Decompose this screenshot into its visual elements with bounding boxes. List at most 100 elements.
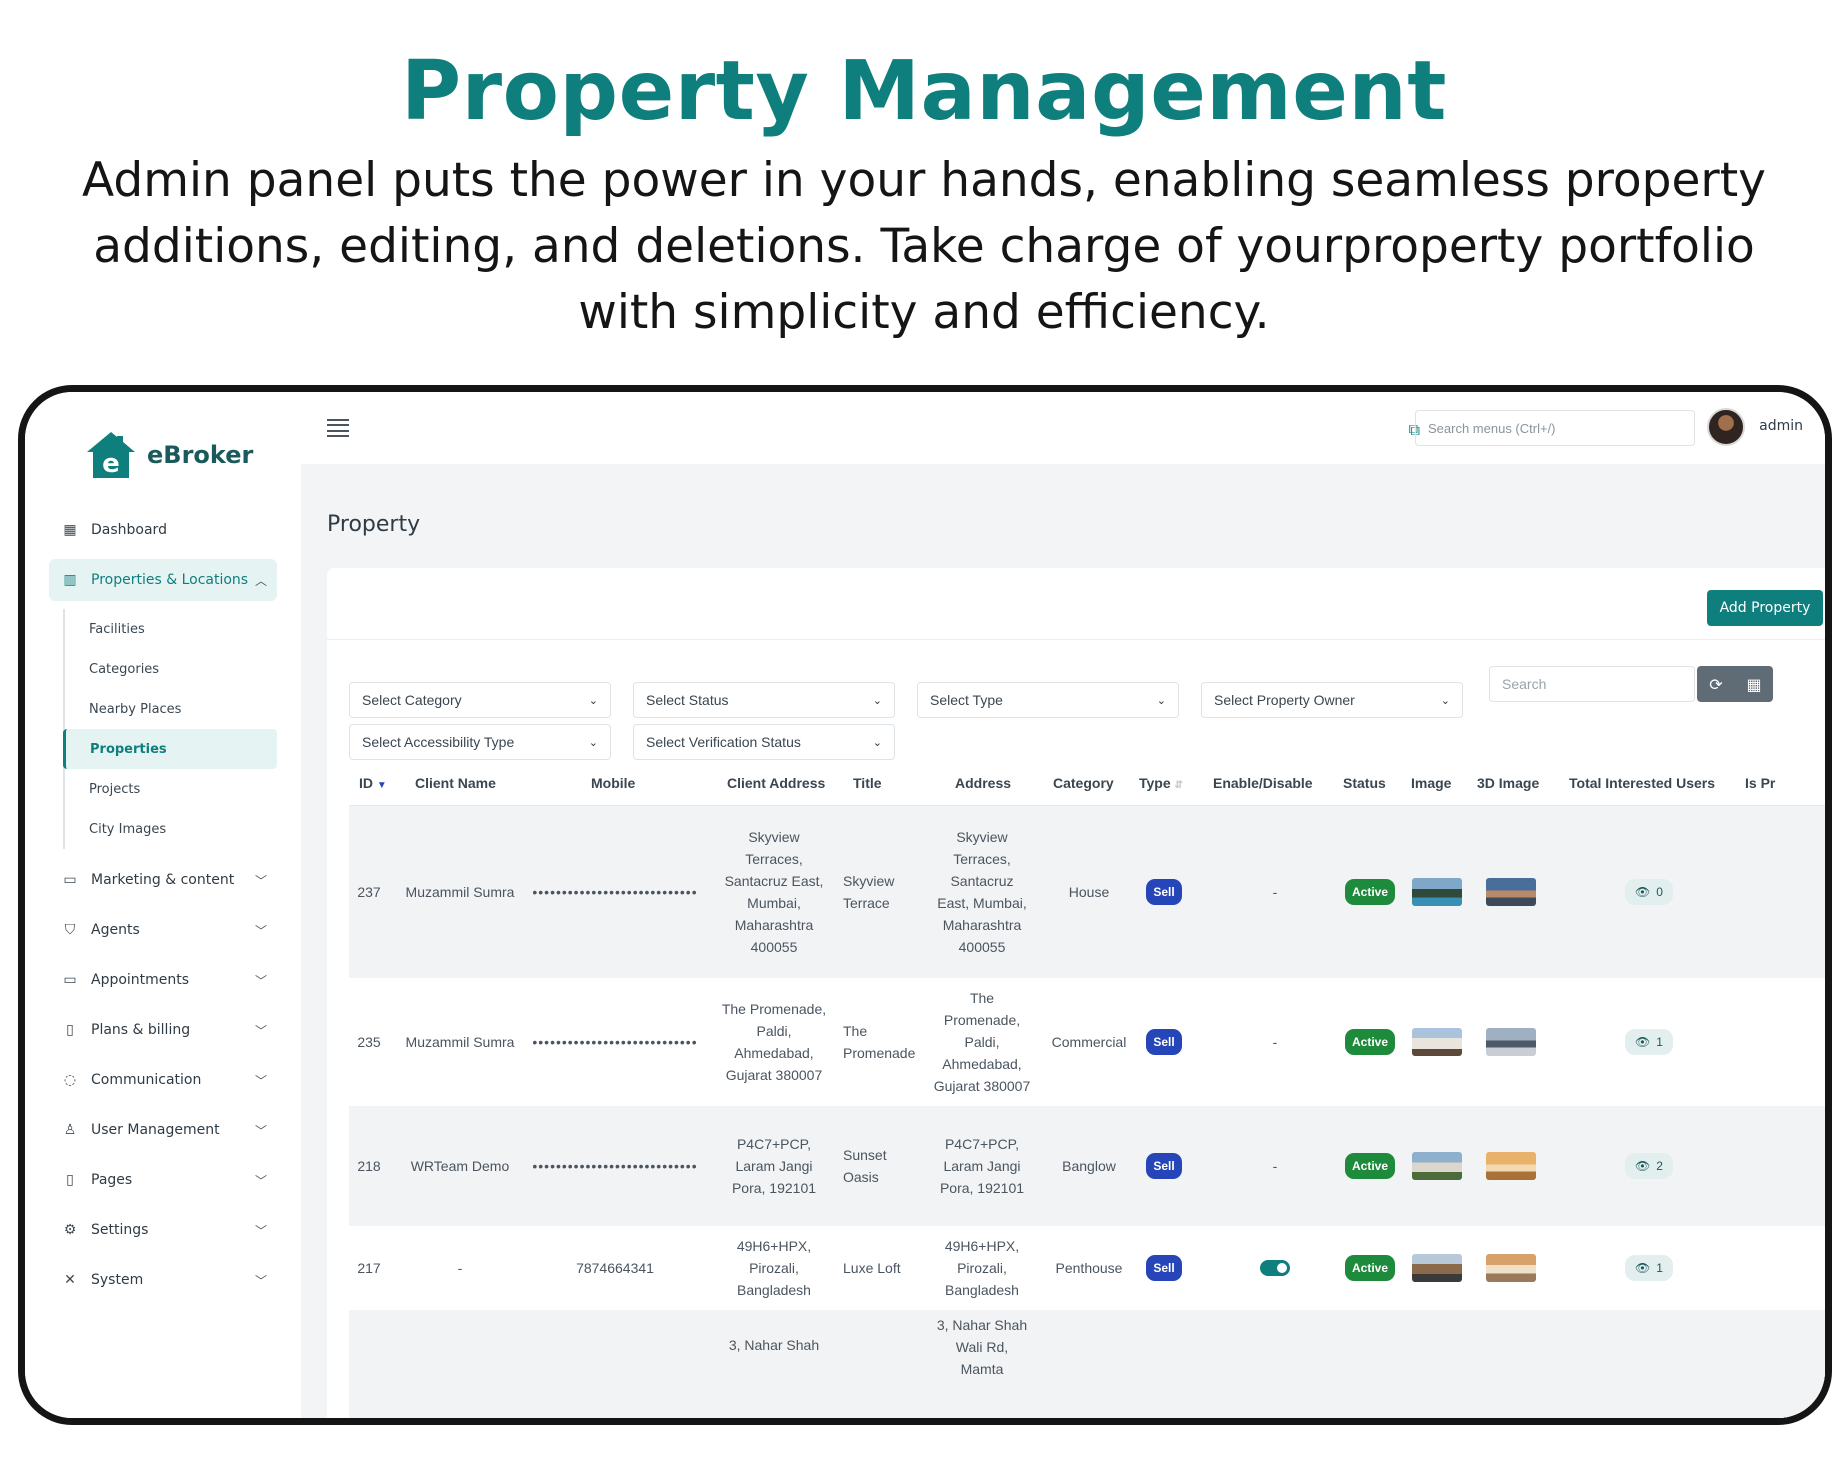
brand[interactable]: e eBroker [85, 430, 253, 480]
cell-status: Active [1333, 806, 1407, 978]
property-3d-image[interactable] [1486, 1152, 1536, 1180]
property-image[interactable] [1412, 1028, 1462, 1056]
cell-3d-image[interactable] [1473, 806, 1549, 978]
cell-3d-image[interactable] [1473, 1226, 1549, 1310]
sidebar-subitem-properties[interactable]: Properties [63, 729, 277, 769]
cell-interested: 👁 1 [1569, 1226, 1729, 1310]
col-enable-disable[interactable]: Enable/Disable [1213, 775, 1313, 791]
sidebar-item-communication[interactable]: ◌ Communication ﹀ [49, 1059, 277, 1101]
sidebar-item-pages[interactable]: ▯ Pages ﹀ [49, 1159, 277, 1201]
col-client-name[interactable]: Client Name [415, 775, 496, 791]
cell-image[interactable] [1407, 1226, 1467, 1310]
cell-image[interactable] [1407, 806, 1467, 978]
table-row[interactable]: 237 Muzammil Sumra •••••••••••••••••••••… [349, 806, 1825, 978]
select-status[interactable]: Select Status ⌄ [633, 682, 895, 718]
property-3d-image[interactable] [1486, 1028, 1536, 1056]
property-image[interactable] [1412, 1152, 1462, 1180]
chevron-down-icon: ﹀ [254, 923, 267, 938]
select-property-owner[interactable]: Select Property Owner ⌄ [1201, 682, 1463, 718]
status-badge: Active [1344, 879, 1396, 905]
sidebar-subitem-nearby-places[interactable]: Nearby Places [65, 689, 277, 729]
add-property-button[interactable]: Add Property [1707, 590, 1823, 626]
col-type[interactable]: Type ⇵ [1139, 775, 1183, 791]
chat-icon: ◌ [63, 1072, 77, 1088]
property-image[interactable] [1412, 878, 1462, 906]
sidebar-subitem-projects[interactable]: Projects [65, 769, 277, 809]
col-image[interactable]: Image [1411, 775, 1451, 791]
select-category[interactable]: Select Category ⌄ [349, 682, 611, 718]
cell-category: Banglow [1062, 1158, 1116, 1174]
chevron-down-icon: ﹀ [254, 1223, 267, 1238]
col-status[interactable]: Status [1343, 775, 1386, 791]
col-title[interactable]: Title [853, 775, 882, 791]
cell-enable: - [1272, 884, 1278, 900]
table-row[interactable]: 217 - 7874664341 49H6+HPX, Pirozali, Ban… [349, 1226, 1825, 1310]
property-image[interactable] [1412, 1254, 1462, 1282]
col-client-address[interactable]: Client Address [727, 775, 825, 791]
eye-icon: 👁 [1635, 1035, 1651, 1049]
type-badge: Sell [1146, 879, 1182, 905]
table-row[interactable]: 218 WRTeam Demo ••••••••••••••••••••••••… [349, 1106, 1825, 1226]
topbar: ⧉ Search menus (Ctrl+/) admin [301, 392, 1825, 464]
select-type[interactable]: Select Type ⌄ [917, 682, 1179, 718]
sidebar-item-agents[interactable]: ⛉ Agents ﹀ [49, 909, 277, 951]
property-3d-image[interactable] [1486, 878, 1536, 906]
cell-interested: 👁 1 [1569, 978, 1729, 1106]
select-verification-status[interactable]: Select Verification Status ⌄ [633, 724, 895, 760]
cell-type: Sell [1139, 1106, 1189, 1226]
col-category[interactable]: Category [1053, 775, 1114, 791]
chevron-down-icon: ﹀ [254, 873, 267, 888]
chevron-down-icon: ﹀ [254, 1273, 267, 1288]
table-row[interactable]: 235 Muzammil Sumra •••••••••••••••••••••… [349, 978, 1825, 1106]
cell-id: 235 [357, 1034, 381, 1050]
refresh-icon[interactable]: ⟳ [1697, 666, 1735, 702]
sidebar-subitem-city-images[interactable]: City Images [65, 809, 277, 849]
user-name[interactable]: admin [1759, 418, 1803, 434]
interested-badge: 👁 0 [1625, 879, 1673, 905]
col-mobile[interactable]: Mobile [591, 775, 635, 791]
cell-image[interactable] [1407, 978, 1467, 1106]
columns-icon[interactable]: ▦ [1735, 666, 1773, 702]
sidebar-subitem-facilities[interactable]: Facilities [65, 609, 277, 649]
property-3d-image[interactable] [1486, 1254, 1536, 1282]
enable-toggle[interactable] [1260, 1260, 1290, 1276]
cell-id: 218 [357, 1158, 381, 1174]
sidebar-subitem-categories[interactable]: Categories [65, 649, 277, 689]
cell-address: The Promenade, Paldi, Ahmedabad, Gujarat… [933, 990, 1031, 1094]
cell-id: 217 [357, 1260, 381, 1276]
table-search-input[interactable]: Search [1489, 666, 1695, 702]
sidebar-item-user-management[interactable]: ♙ User Management ﹀ [49, 1109, 277, 1151]
cell-3d-image[interactable] [1473, 978, 1549, 1106]
sort-down-icon: ▼ [376, 780, 387, 791]
col-total-interested[interactable]: Total Interested Users [1569, 775, 1715, 791]
menu-toggle-icon[interactable] [327, 419, 349, 437]
sidebar-item-marketing[interactable]: ▭ Marketing & content ﹀ [49, 859, 277, 901]
sidebar-item-label: Appointments [91, 972, 190, 988]
table-row[interactable]: 3, Nahar Shah 3, Nahar Shah Wali Rd, Mam… [349, 1310, 1825, 1418]
cell-client-address: Skyview Terraces, Santacruz East, Mumbai… [724, 829, 824, 955]
col-3d-image[interactable]: 3D Image [1477, 775, 1539, 791]
col-is-premium[interactable]: Is Pr [1745, 775, 1775, 791]
sidebar-item-appointments[interactable]: ▭ Appointments ﹀ [49, 959, 277, 1001]
search-menus-input[interactable]: Search menus (Ctrl+/) [1415, 410, 1695, 446]
select-verification-value: Select Verification Status [646, 734, 801, 750]
cell-address: P4C7+PCP, Laram Jangi Pora, 192101 [939, 1136, 1025, 1196]
status-badge: Active [1344, 1255, 1396, 1281]
sidebar-item-label: Agents [91, 922, 140, 938]
cell-3d-image[interactable] [1473, 1106, 1549, 1226]
col-id[interactable]: ID ▼ [359, 775, 387, 791]
sidebar-item-label: Dashboard [91, 522, 167, 538]
select-accessibility-type[interactable]: Select Accessibility Type ⌄ [349, 724, 611, 760]
sidebar-item-dashboard[interactable]: ▦ Dashboard [49, 509, 277, 551]
chevron-down-icon: ⌄ [588, 694, 598, 707]
sidebar-item-properties-locations[interactable]: ▥ Properties & Locations ︿ [49, 559, 277, 601]
sidebar-item-settings[interactable]: ⚙ Settings ﹀ [49, 1209, 277, 1251]
sidebar-item-plans-billing[interactable]: ▯ Plans & billing ﹀ [49, 1009, 277, 1051]
sidebar-item-system[interactable]: ✕ System ﹀ [49, 1259, 277, 1301]
sort-icon: ⇵ [1174, 780, 1183, 791]
avatar[interactable] [1707, 408, 1745, 446]
col-address[interactable]: Address [955, 775, 1011, 791]
chevron-down-icon: ﹀ [254, 1173, 267, 1188]
cell-image[interactable] [1407, 1106, 1467, 1226]
cell-enable[interactable] [1213, 1226, 1337, 1310]
